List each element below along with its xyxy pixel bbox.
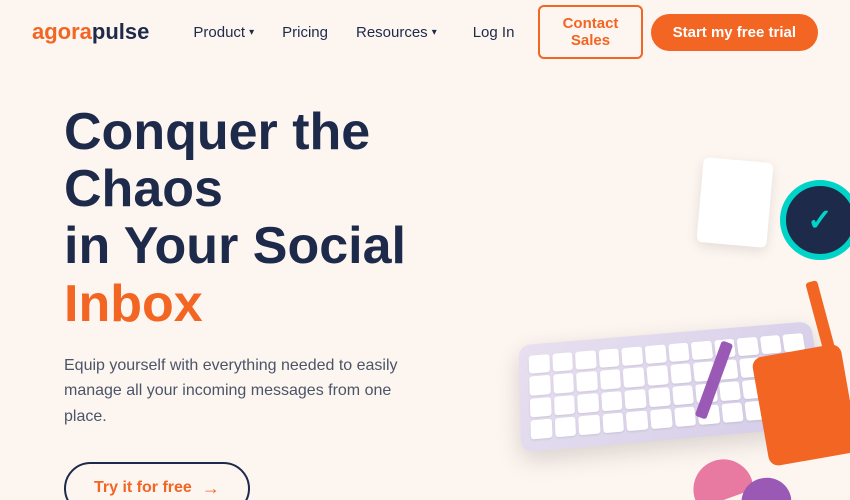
cta-label: Try it for free <box>94 479 192 497</box>
try-free-button[interactable]: Try it for free → <box>64 462 250 500</box>
check-icon: ✓ <box>807 203 832 238</box>
arrow-icon: → <box>202 478 220 499</box>
nav-item-product[interactable]: Product ▾ <box>181 16 266 49</box>
clock-illustration: ✓ <box>780 180 850 260</box>
nav-item-pricing[interactable]: Pricing <box>270 16 340 49</box>
hero-content: Conquer the Chaos in Your Social Inbox E… <box>64 104 524 500</box>
logo-agora: agora <box>32 19 92 45</box>
logo[interactable]: agora pulse <box>32 19 149 45</box>
headline-line1: Conquer the Chaos <box>64 103 370 218</box>
chevron-down-icon: ▾ <box>432 27 437 38</box>
nav-right: Log In Contact Sales Start my free trial <box>457 5 818 59</box>
logo-pulse: pulse <box>92 19 149 45</box>
nav-links: Product ▾ Pricing Resources ▾ <box>181 16 448 49</box>
headline-line2: in Your Social <box>64 217 406 275</box>
hero-subtext: Equip yourself with everything needed to… <box>64 353 404 430</box>
navbar: agora pulse Product ▾ Pricing Resources … <box>0 0 850 64</box>
white-box-illustration <box>696 157 773 248</box>
hero-headline: Conquer the Chaos in Your Social Inbox <box>64 104 524 333</box>
chevron-down-icon: ▾ <box>249 27 254 38</box>
main-section: Conquer the Chaos in Your Social Inbox E… <box>0 64 850 500</box>
nav-item-resources[interactable]: Resources ▾ <box>344 16 449 49</box>
start-trial-button[interactable]: Start my free trial <box>651 14 818 51</box>
contact-sales-button[interactable]: Contact Sales <box>538 5 642 59</box>
headline-accent: Inbox <box>64 275 203 333</box>
login-button[interactable]: Log In <box>457 16 531 49</box>
